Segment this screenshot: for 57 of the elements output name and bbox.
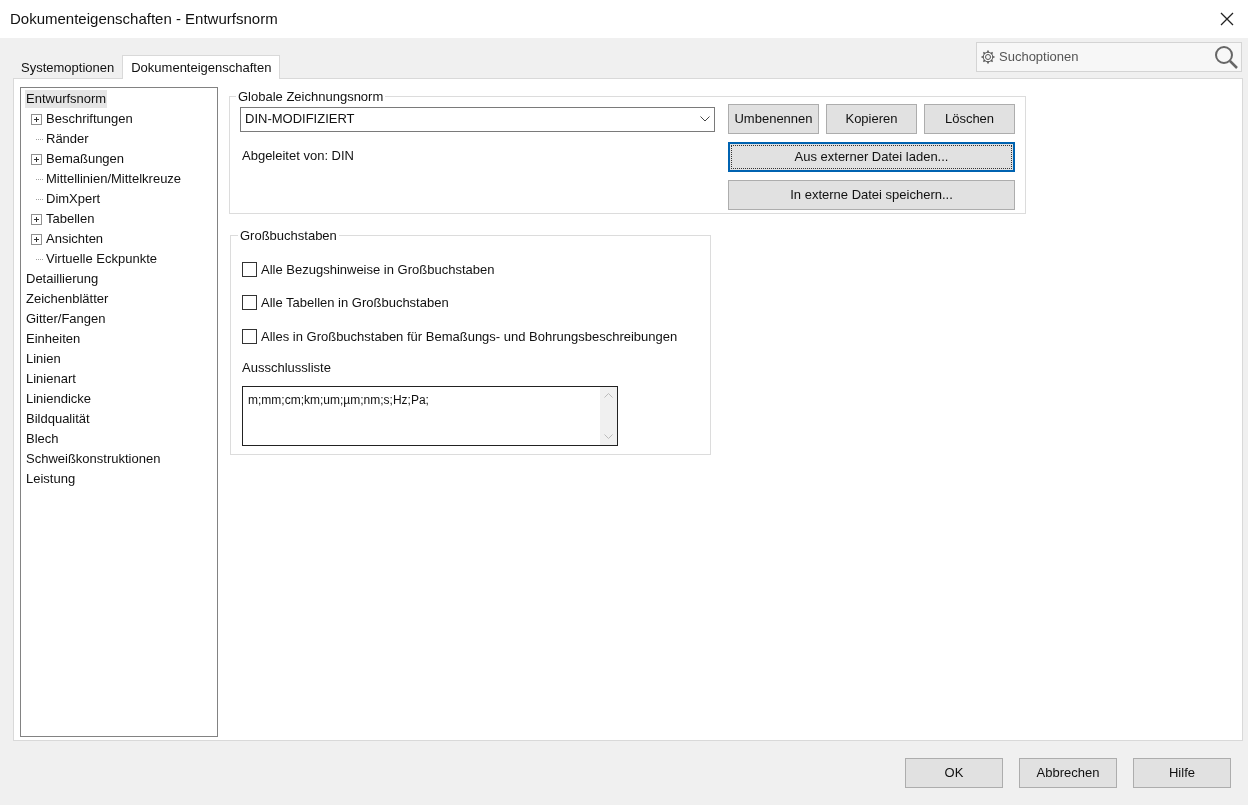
dialog-button[interactable]: Abbrechen — [1019, 758, 1117, 788]
window-title: Dokumenteigenschaften - Entwurfsnorm — [10, 8, 278, 29]
dialog-button[interactable]: Kopieren — [826, 103, 917, 134]
tree-item[interactable]: Linienart — [25, 370, 77, 388]
gear-icon — [980, 49, 996, 65]
checkbox[interactable] — [242, 295, 257, 311]
plus-box-icon[interactable] — [31, 113, 42, 125]
dialog-button[interactable]: OK — [905, 758, 1003, 788]
tree-item[interactable]: Einheiten — [25, 330, 82, 348]
tree-item[interactable]: Gitter/Fangen — [25, 310, 107, 328]
group-title: Großbuchstaben — [239, 227, 338, 245]
dialog-button[interactable]: Hilfe — [1133, 758, 1231, 788]
tree-item[interactable]: Schweißkonstruktionen — [25, 450, 162, 468]
tree-connector-icon — [36, 198, 44, 200]
checkbox-label: Alles in Großbuchstaben für Bemaßungs- und Bohrungsbeschreibungen — [261, 327, 678, 346]
tree-connector-icon — [36, 258, 44, 260]
checkbox[interactable] — [242, 328, 257, 344]
checkbox-label: Alle Tabellen in Großbuchstaben — [261, 294, 449, 312]
checkbox[interactable] — [242, 261, 257, 277]
tree-item[interactable]: DimXpert — [45, 190, 102, 208]
search-input[interactable]: Suchoptionen — [999, 47, 1211, 67]
dialog-button[interactable]: Löschen — [924, 103, 1015, 134]
tree-item[interactable]: Virtuelle Eckpunkte — [45, 250, 159, 268]
tab[interactable]: Dokumenteigenschaften — [122, 55, 281, 79]
dialog-button[interactable]: In externe Datei speichern... — [728, 179, 1015, 210]
plus-box-icon[interactable] — [31, 153, 42, 165]
tree-item[interactable]: Ansichten — [45, 230, 105, 248]
plus-box-icon[interactable] — [31, 233, 42, 245]
tree-item[interactable]: Mittellinien/Mittelkreuze — [45, 170, 183, 188]
tree-item[interactable]: Beschriftungen — [45, 110, 134, 128]
dropdown[interactable]: DIN-MODIFIZIERT — [240, 106, 715, 132]
search-field[interactable]: Suchoptionen — [976, 42, 1242, 72]
dialog-button[interactable]: Umbenennen — [728, 103, 819, 134]
plus-box-icon[interactable] — [31, 213, 42, 225]
dialog-button[interactable]: Aus externer Datei laden... — [728, 141, 1015, 172]
tree-item[interactable]: Ränder — [45, 130, 90, 148]
tree-item[interactable]: Detaillierung — [25, 270, 100, 288]
group-title: Globale Zeichnungsnorm — [237, 88, 385, 106]
tree-item[interactable]: Zeichenblätter — [25, 290, 110, 308]
tree-item[interactable]: Bemaßungen — [45, 150, 126, 168]
tree-item[interactable]: Entwurfsnorm — [25, 90, 108, 108]
tree-item[interactable]: Leistung — [25, 470, 77, 488]
tree-connector-icon — [36, 138, 44, 140]
derived-label: Abgeleitet von: DIN — [242, 146, 355, 165]
field-label: Ausschlussliste — [242, 359, 332, 377]
text-area[interactable]: m;mm;cm;km;um;µm;nm;s;Hz;Pa; — [242, 385, 618, 446]
tree-item[interactable]: Blech — [25, 430, 60, 448]
chevron-down-icon — [700, 116, 710, 122]
tab[interactable]: Systemoptionen — [13, 58, 123, 78]
tree-item[interactable]: Liniendicke — [25, 390, 93, 408]
checkbox-label: Alle Bezugshinweise in Großbuchstaben — [261, 260, 495, 279]
tree-item[interactable]: Bildqualität — [25, 410, 91, 428]
search-icon[interactable] — [1214, 45, 1238, 69]
close-icon[interactable] — [1220, 12, 1234, 26]
tree-item[interactable]: Linien — [25, 350, 62, 368]
tree-connector-icon — [36, 178, 44, 180]
tree-item[interactable]: Tabellen — [45, 210, 96, 228]
